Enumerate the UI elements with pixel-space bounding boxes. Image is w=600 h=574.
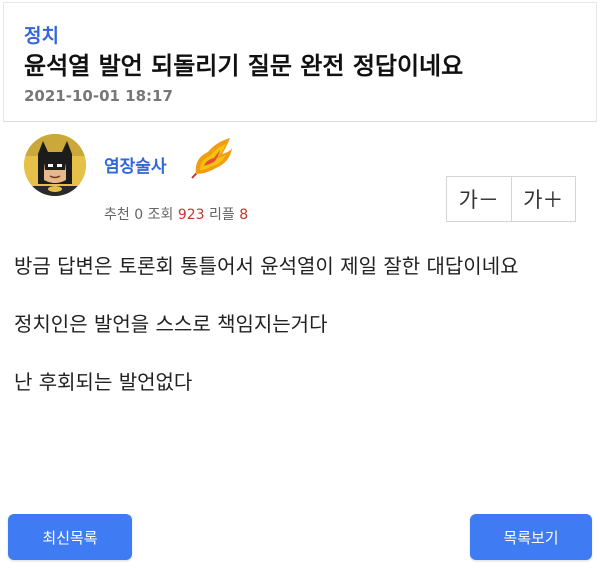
post-header: 정치 윤석열 발언 되돌리기 질문 완전 정답이네요 2021-10-01 18… bbox=[3, 2, 597, 122]
font-size-controls: 가－ 가＋ bbox=[446, 176, 576, 222]
replies-label: 리플 bbox=[209, 207, 235, 223]
recommend-label: 추천 bbox=[104, 207, 130, 223]
post-date: 2021-10-01 18:17 bbox=[24, 87, 173, 105]
font-decrease-button[interactable]: 가－ bbox=[447, 177, 511, 221]
font-increase-button[interactable]: 가＋ bbox=[510, 177, 576, 221]
content-paragraph: 정치인은 발언을 스스로 책임지는거다 bbox=[14, 312, 328, 336]
recommend-count: 0 bbox=[134, 207, 144, 223]
avatar[interactable] bbox=[24, 134, 86, 196]
fire-feather-icon bbox=[191, 138, 232, 179]
post-stats: 추천 0 조회 923 리플 8 bbox=[104, 204, 248, 224]
post-page: 정치 윤석열 발언 되돌리기 질문 완전 정답이네요 2021-10-01 18… bbox=[0, 0, 600, 574]
lego-batman-avatar-icon bbox=[24, 134, 86, 196]
post-title: 윤석열 발언 되돌리기 질문 완전 정답이네요 bbox=[24, 52, 464, 80]
post-category[interactable]: 정치 bbox=[24, 21, 59, 48]
latest-list-button[interactable]: 최신목록 bbox=[8, 514, 132, 560]
content-paragraph: 방금 답변은 토론회 통틀어서 윤석열이 제일 잘한 대답이네요 bbox=[14, 254, 519, 278]
post-content: 방금 답변은 토론회 통틀어서 윤석열이 제일 잘한 대답이네요 정치인은 발언… bbox=[14, 252, 586, 426]
content-paragraph: 난 후회되는 발언없다 bbox=[14, 370, 193, 394]
view-list-button[interactable]: 목록보기 bbox=[470, 514, 592, 560]
views-count: 923 bbox=[177, 207, 205, 223]
replies-count: 8 bbox=[239, 207, 249, 223]
author-nickname[interactable]: 염장술사 bbox=[104, 152, 167, 177]
views-label: 조회 bbox=[147, 207, 174, 223]
